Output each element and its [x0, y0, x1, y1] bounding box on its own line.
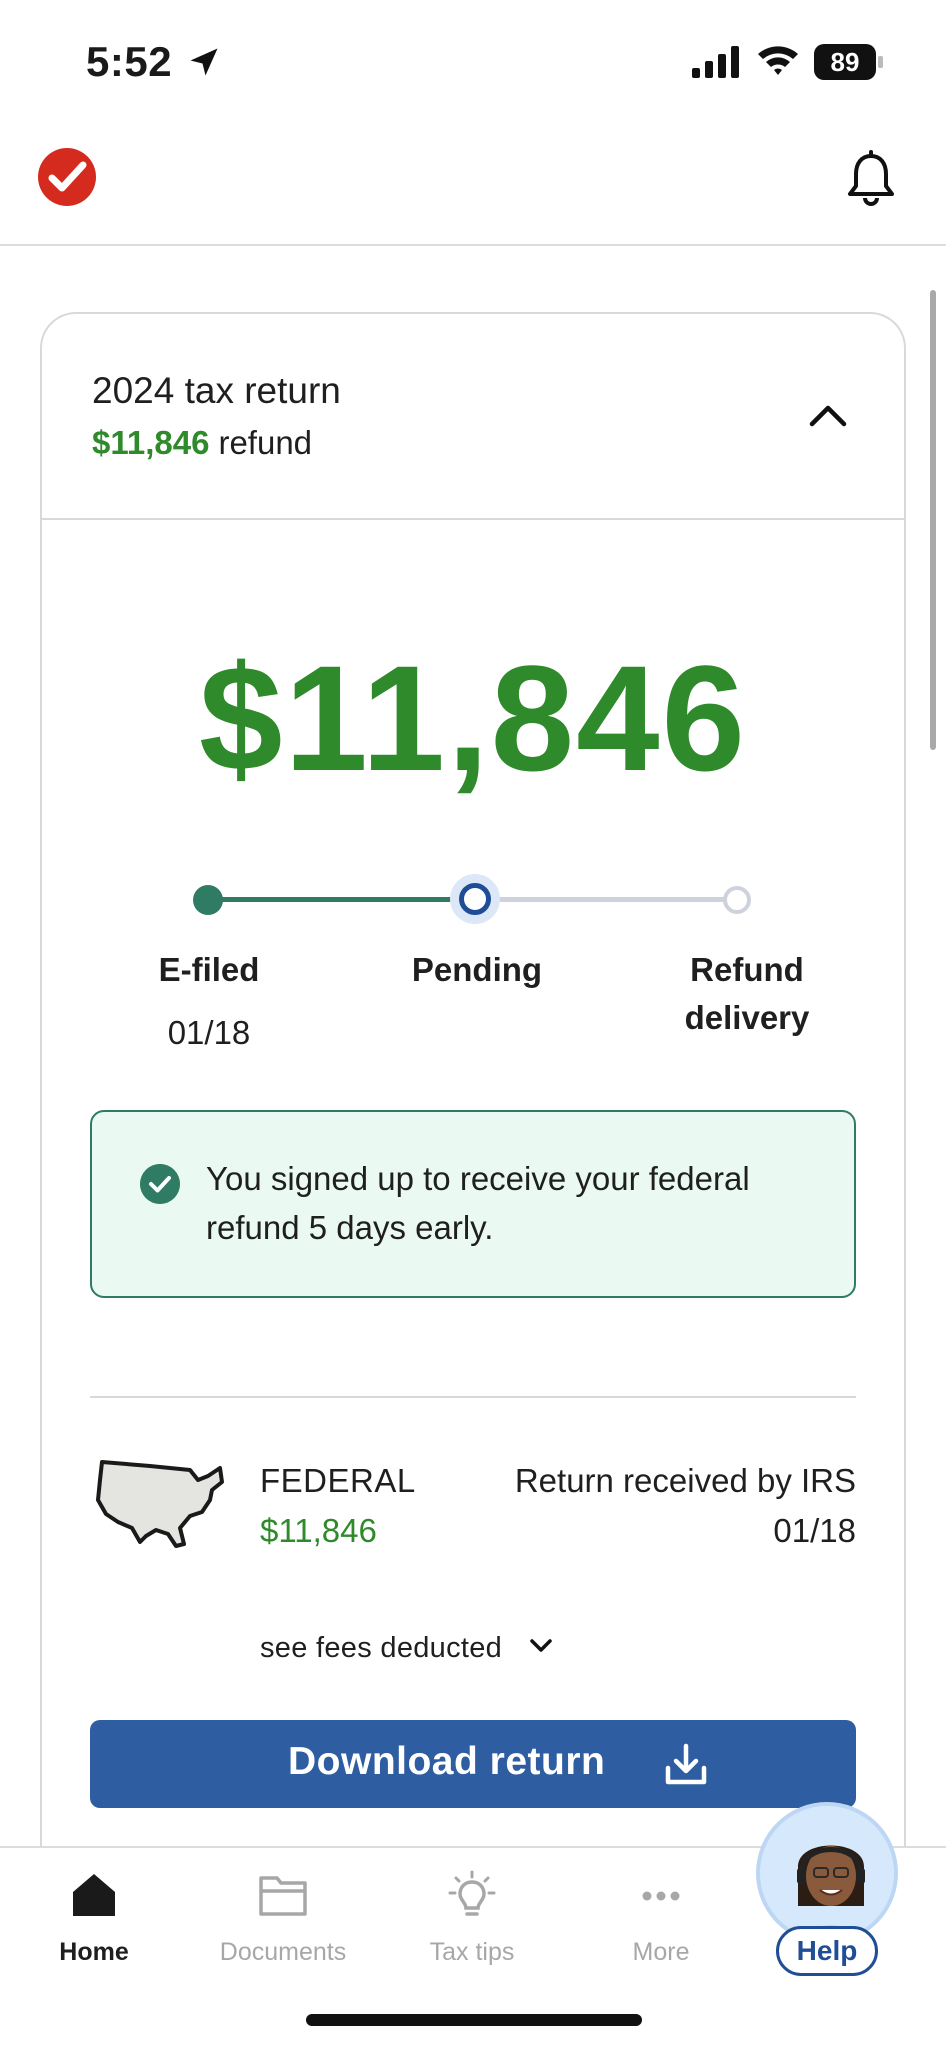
nav-label-home: Home	[59, 1938, 129, 1966]
scrollbar[interactable]	[930, 290, 936, 750]
app-header	[0, 120, 946, 246]
see-fees-link[interactable]: see fees deducted	[260, 1632, 502, 1665]
step-date-efiled: 01/18	[167, 1014, 251, 1051]
notice-text: You signed up to receive your federal re…	[206, 1160, 750, 1246]
chevron-up-icon[interactable]	[808, 400, 848, 430]
nav-item-tax-tips[interactable]: Tax tips	[382, 1848, 562, 1968]
federal-amount: $11,846	[260, 1512, 377, 1549]
card-title: 2024 tax return	[92, 370, 341, 411]
turbotax-check-icon[interactable]	[38, 148, 96, 206]
step-label-pending: Pending	[411, 951, 543, 988]
progress-dot-refund-delivery	[723, 886, 751, 914]
folder-icon	[259, 1876, 307, 1916]
wifi-icon	[758, 46, 798, 75]
lightbulb-icon	[448, 1870, 496, 1916]
download-return-button[interactable]: Download return	[90, 1720, 856, 1808]
nav-item-documents[interactable]: Documents	[193, 1848, 373, 1968]
battery-icon: 89	[814, 44, 883, 80]
progress-track-remaining	[476, 897, 740, 902]
federal-label: FEDERAL	[260, 1462, 416, 1499]
location-arrow-icon	[190, 48, 218, 76]
step-label-efiled: E-filed	[158, 951, 260, 988]
battery-cap	[878, 56, 883, 68]
nav-label-more: More	[632, 1938, 690, 1966]
download-return-label: Download return	[288, 1740, 606, 1783]
card-refund-word: refund	[218, 424, 313, 461]
step-label-refund-delivery: Refund delivery	[684, 951, 810, 1036]
help-widget[interactable]: Help	[752, 1802, 902, 1982]
card-refund-summary: $11,846 refund	[92, 424, 312, 462]
help-button[interactable]: Help	[776, 1926, 878, 1976]
tax-return-card: 2024 tax return $11,846 refund $11,846 E-…	[40, 312, 906, 1872]
card-header[interactable]: 2024 tax return $11,846 refund	[42, 314, 904, 520]
refund-big-amount: $11,846	[199, 634, 747, 802]
status-bar: 5:52 89	[0, 0, 946, 120]
progress-track-complete	[210, 897, 476, 902]
cellular-signal-icon	[692, 46, 739, 78]
progress-dot-pending	[459, 883, 491, 915]
federal-date: 01/18	[773, 1512, 856, 1549]
nav-label-tax-tips: Tax tips	[429, 1938, 515, 1966]
check-circle-icon	[140, 1164, 180, 1204]
home-icon	[73, 1874, 115, 1916]
bell-icon[interactable]	[846, 150, 896, 206]
nav-item-more[interactable]: More	[571, 1848, 751, 1968]
chevron-down-icon[interactable]	[528, 1636, 554, 1656]
status-time: 5:52	[86, 38, 173, 85]
card-refund-amount: $11,846	[92, 424, 210, 461]
home-indicator[interactable]	[306, 2014, 642, 2026]
divider	[90, 1396, 856, 1398]
federal-status: Return received by IRS	[514, 1462, 856, 1499]
progress-dot-efiled	[193, 885, 223, 915]
early-refund-notice: You signed up to receive your federal re…	[90, 1110, 856, 1298]
download-icon	[665, 1743, 707, 1785]
us-map-icon	[96, 1460, 224, 1548]
nav-item-home[interactable]: Home	[4, 1848, 184, 1968]
agent-avatar-illustration	[760, 1806, 894, 1940]
nav-label-documents: Documents	[219, 1938, 347, 1966]
more-dots-icon	[642, 1891, 680, 1901]
battery-level: 89	[814, 44, 876, 80]
help-agent-avatar[interactable]	[756, 1802, 898, 1944]
